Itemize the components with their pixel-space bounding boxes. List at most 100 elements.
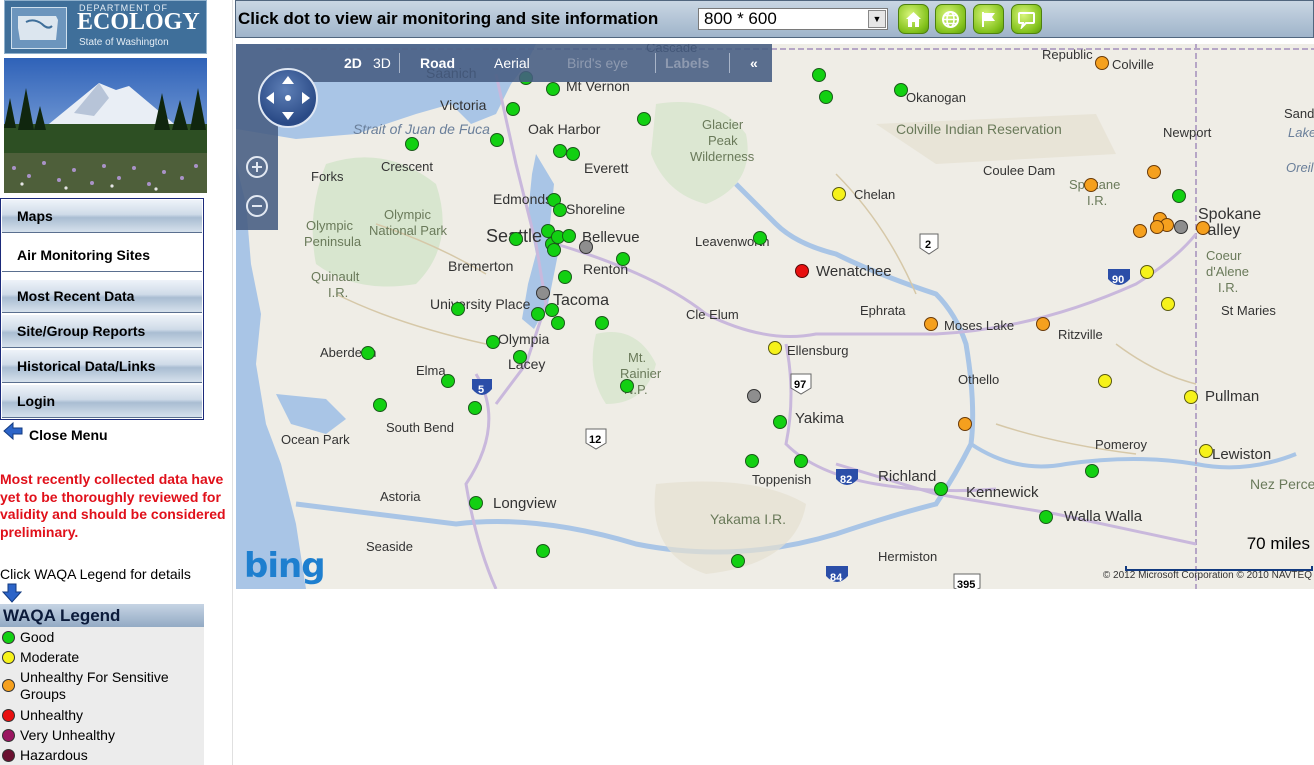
site-dot-good[interactable]	[373, 398, 387, 412]
road-view-button[interactable]: Road	[420, 55, 455, 71]
site-dot-good[interactable]	[547, 243, 561, 257]
site-dot-good[interactable]	[469, 496, 483, 510]
site-dot-usg[interactable]	[958, 417, 972, 431]
site-dot-usg[interactable]	[1147, 165, 1161, 179]
site-dot-good[interactable]	[1085, 464, 1099, 478]
label-ephrata: Ephrata	[860, 303, 906, 318]
site-dot-good[interactable]	[819, 90, 833, 104]
menu-item-site-group-reports[interactable]: Site/Group Reports	[2, 315, 202, 348]
site-dot-usg[interactable]	[1196, 221, 1210, 235]
site-dot-usg[interactable]	[1150, 220, 1164, 234]
site-dot-good[interactable]	[616, 252, 630, 266]
waqa-legend-title[interactable]: WAQA Legend	[0, 604, 204, 627]
menu-item-air-monitoring-sites[interactable]: Air Monitoring Sites	[2, 239, 202, 272]
ecology-logo[interactable]: DEPARTMENT OF ECOLOGY State of Washingto…	[4, 0, 207, 54]
site-dot-moderate[interactable]	[832, 187, 846, 201]
menu-item-most-recent-data[interactable]: Most Recent Data	[2, 280, 202, 313]
label-okanogan: Okanogan	[906, 90, 966, 105]
close-menu-button[interactable]: Close Menu	[2, 420, 202, 444]
site-dot-unhealthy[interactable]	[795, 264, 809, 278]
separator	[399, 53, 400, 73]
menu-item-historical-data-links[interactable]: Historical Data/Links	[2, 350, 202, 383]
site-dot-good[interactable]	[595, 316, 609, 330]
birds-eye-button[interactable]: Bird's eye	[567, 55, 628, 71]
site-dot-good[interactable]	[566, 147, 580, 161]
site-dot-good[interactable]	[637, 112, 651, 126]
home-button[interactable]	[898, 4, 929, 34]
site-dot-good[interactable]	[546, 82, 560, 96]
site-dot-moderate[interactable]	[1184, 390, 1198, 404]
view-3d-button[interactable]: 3D	[373, 55, 391, 71]
labels-toggle[interactable]: Labels	[665, 55, 709, 71]
zoom-out-button[interactable]	[246, 195, 268, 217]
site-dot-no-data[interactable]	[579, 240, 593, 254]
site-dot-moderate[interactable]	[1140, 265, 1154, 279]
site-dot-good[interactable]	[773, 415, 787, 429]
map-canvas[interactable]: Republic Colville Sandp Lake Oreil Newpo…	[236, 44, 1314, 589]
aerial-view-button[interactable]: Aerial	[494, 55, 530, 71]
site-dot-good[interactable]	[620, 379, 634, 393]
site-dot-good[interactable]	[509, 232, 523, 246]
site-dot-good[interactable]	[490, 133, 504, 147]
site-dot-usg[interactable]	[1133, 224, 1147, 238]
site-dot-good[interactable]	[536, 544, 550, 558]
map-size-select[interactable]: 800 * 600 ▼	[698, 8, 888, 30]
site-dot-good[interactable]	[405, 137, 419, 151]
site-dot-good[interactable]	[753, 231, 767, 245]
site-dot-moderate[interactable]	[768, 341, 782, 355]
menu-item-login[interactable]: Login	[2, 385, 202, 418]
collapse-bar-button[interactable]: «	[750, 55, 758, 71]
site-dot-good[interactable]	[486, 335, 500, 349]
label-astoria: Astoria	[380, 489, 421, 504]
view-2d-button[interactable]: 2D	[344, 55, 362, 71]
site-dot-good[interactable]	[513, 350, 527, 364]
site-dot-no-data[interactable]	[747, 389, 761, 403]
label-everett: Everett	[584, 160, 628, 176]
site-dot-usg[interactable]	[1036, 317, 1050, 331]
site-dot-good[interactable]	[562, 229, 576, 243]
site-dot-usg[interactable]	[1095, 56, 1109, 70]
site-dot-good[interactable]	[812, 68, 826, 82]
site-dot-good[interactable]	[531, 307, 545, 321]
label-bremerton: Bremerton	[448, 258, 513, 274]
site-dot-good[interactable]	[1039, 510, 1053, 524]
separator	[655, 53, 656, 73]
site-dot-good[interactable]	[441, 374, 455, 388]
site-dot-good[interactable]	[731, 554, 745, 568]
separator	[729, 53, 730, 73]
maroon-dot-icon	[2, 749, 15, 762]
site-dot-good[interactable]	[553, 144, 567, 158]
red-dot-icon	[2, 709, 15, 722]
site-dot-good[interactable]	[1172, 189, 1186, 203]
site-dot-moderate[interactable]	[1161, 297, 1175, 311]
site-dot-good[interactable]	[468, 401, 482, 415]
site-dot-good[interactable]	[894, 83, 908, 97]
pan-compass-button[interactable]	[258, 68, 318, 128]
site-dot-good[interactable]	[451, 302, 465, 316]
site-dot-moderate[interactable]	[1098, 374, 1112, 388]
site-dot-good[interactable]	[794, 454, 808, 468]
column-divider	[232, 0, 233, 765]
menu-item-maps[interactable]: Maps	[2, 200, 202, 233]
flag-button[interactable]	[973, 4, 1004, 34]
site-dot-good[interactable]	[934, 482, 948, 496]
site-dot-no-data[interactable]	[536, 286, 550, 300]
site-dot-good[interactable]	[506, 102, 520, 116]
site-dot-good[interactable]	[545, 303, 559, 317]
globe-button[interactable]	[935, 4, 966, 34]
site-dot-good[interactable]	[361, 346, 375, 360]
site-dot-usg[interactable]	[1084, 178, 1098, 192]
label-toppenish: Toppenish	[752, 472, 811, 487]
site-dot-good[interactable]	[745, 454, 759, 468]
site-dot-usg[interactable]	[924, 317, 938, 331]
label-lake: Lake	[1288, 125, 1314, 140]
label-tacoma: Tacoma	[553, 292, 609, 309]
air-monitoring-map[interactable]: Republic Colville Sandp Lake Oreil Newpo…	[236, 44, 1314, 589]
site-dot-good[interactable]	[551, 316, 565, 330]
site-dot-good[interactable]	[558, 270, 572, 284]
site-dot-good[interactable]	[553, 203, 567, 217]
zoom-in-button[interactable]	[246, 156, 268, 178]
site-dot-no-data[interactable]	[1174, 220, 1188, 234]
site-dot-moderate[interactable]	[1199, 444, 1213, 458]
comment-button[interactable]	[1011, 4, 1042, 34]
